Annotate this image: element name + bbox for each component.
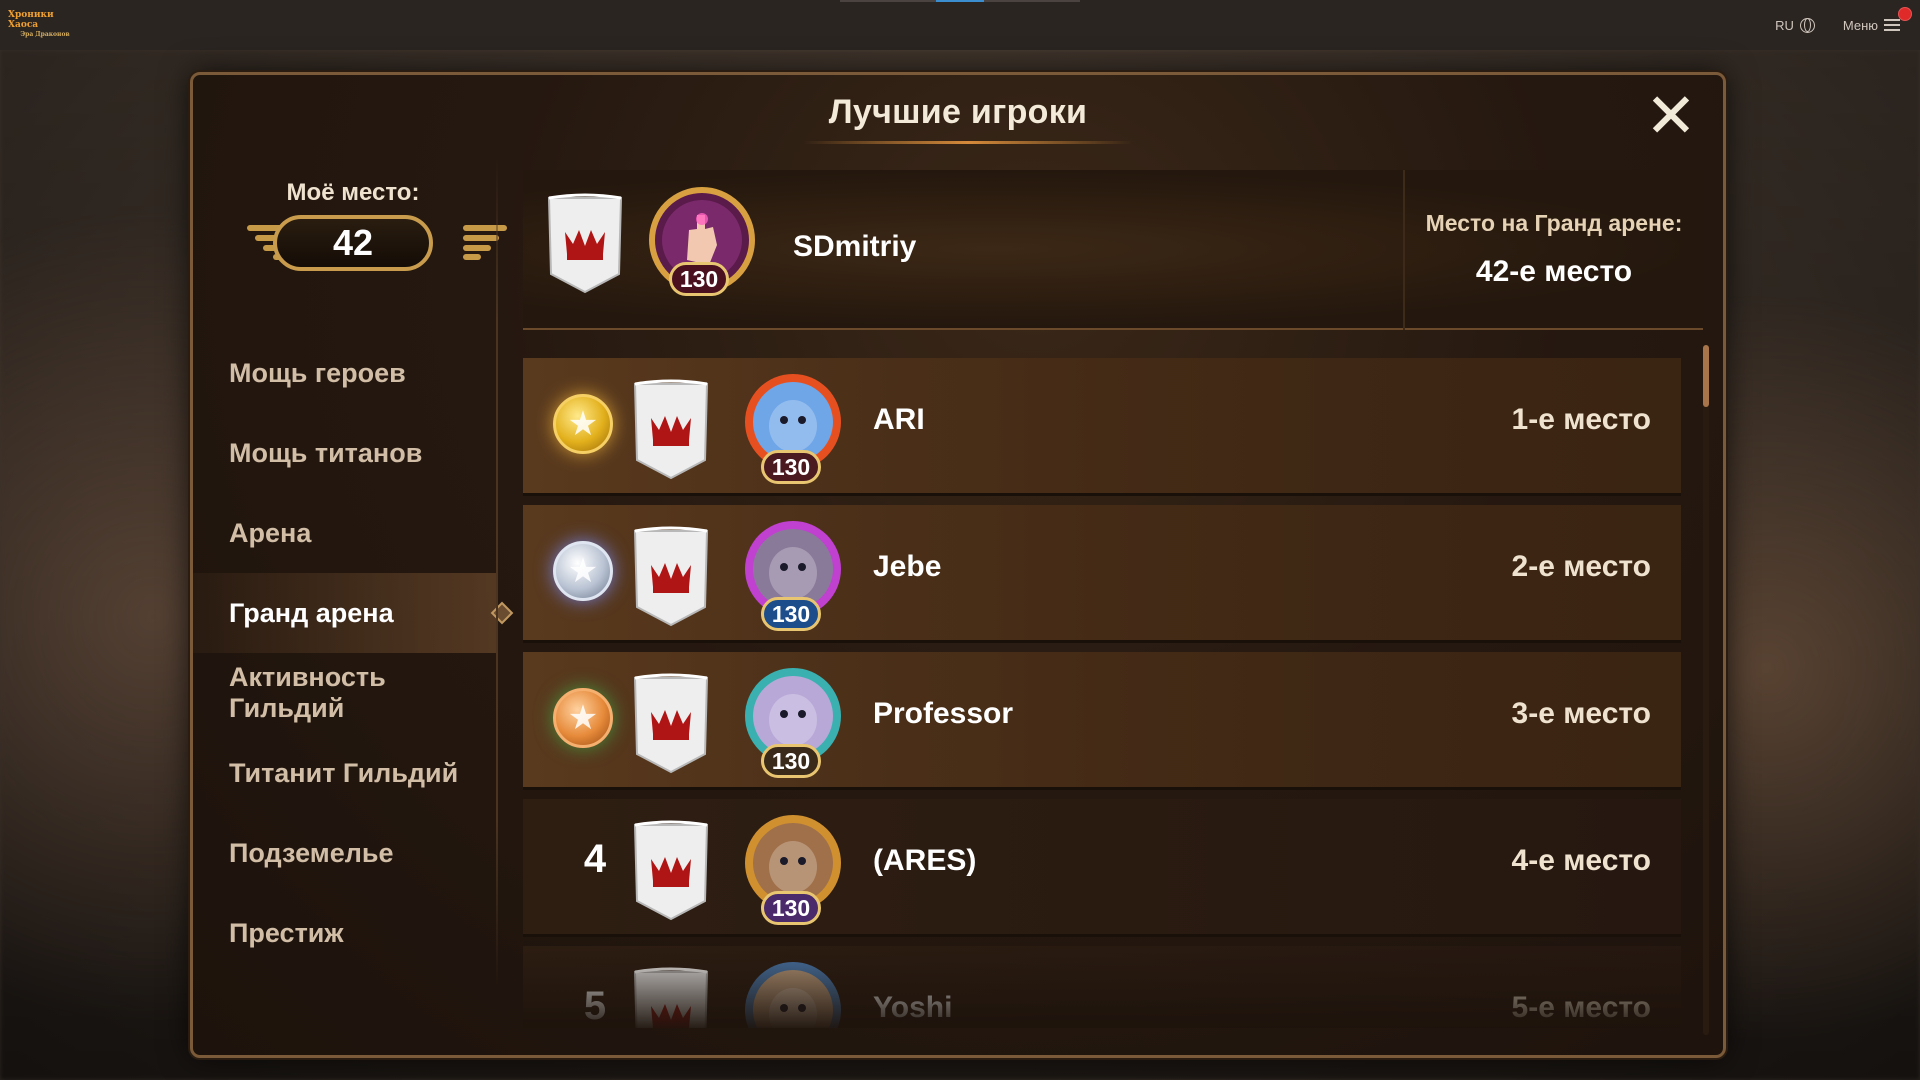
nav-item-3[interactable]: Гранд арена bbox=[193, 573, 514, 653]
silver-medal-icon: ★ bbox=[553, 541, 613, 601]
guild-banner-icon bbox=[633, 820, 709, 921]
my-place-value: 42 bbox=[273, 215, 433, 271]
hamburger-icon bbox=[1884, 7, 1912, 31]
top-bar: Хроники Хаоса Эра Драконов RU Меню bbox=[0, 0, 1920, 50]
nav-item-label: Подземелье bbox=[229, 837, 394, 868]
player-level-badge: 130 bbox=[761, 450, 821, 484]
leaderboard-row[interactable]: ★ 130 Professor 3-е место bbox=[523, 652, 1681, 790]
close-icon: ✕ bbox=[1645, 79, 1697, 152]
close-button[interactable]: ✕ bbox=[1645, 85, 1697, 147]
leaderboard-row[interactable]: ★ 130 Jebe 2-е место bbox=[523, 505, 1681, 643]
player-level-badge: 130 bbox=[761, 891, 821, 925]
modal-title: Лучшие игроки bbox=[828, 93, 1088, 131]
nav-item-label: Мощь титанов bbox=[229, 437, 423, 468]
scrollbar-thumb[interactable] bbox=[1703, 345, 1709, 407]
current-player-row: 130 SDmitriy Место на Гранд арене: 42-е … bbox=[523, 170, 1703, 330]
leaderboard-list[interactable]: ★ 130 ARI 1-е место ★ 130 Jebe 2-е место ★ 130… bbox=[523, 358, 1681, 1028]
active-marker-icon bbox=[490, 601, 514, 625]
player-name[interactable]: ARI bbox=[873, 403, 925, 437]
player-place: 2-е место bbox=[1511, 550, 1651, 583]
category-sidebar: Моё место: 42 Мощь героев Мощь титанов Аре… bbox=[193, 155, 514, 1055]
my-place-label: Моё место: bbox=[286, 179, 420, 206]
language-label: RU bbox=[1775, 17, 1794, 33]
sidebar-divider bbox=[496, 155, 498, 985]
player-level-badge: 130 bbox=[761, 744, 821, 778]
guild-banner-icon bbox=[633, 379, 709, 480]
player-name[interactable]: Jebe bbox=[873, 550, 941, 584]
loading-strip bbox=[840, 0, 1080, 2]
language-switch[interactable]: RU bbox=[1775, 17, 1815, 33]
nav-item-label: Мощь героев bbox=[229, 357, 406, 388]
nav-item-2[interactable]: Арена bbox=[193, 493, 498, 573]
leaderboard-scrollbar[interactable] bbox=[1703, 345, 1709, 1035]
nav-item-label: Арена bbox=[229, 517, 312, 548]
wing-right-icon bbox=[463, 221, 511, 261]
menu-button[interactable]: Меню bbox=[1842, 7, 1912, 33]
grand-arena-rank-panel: Место на Гранд арене: 42-е место bbox=[1403, 170, 1703, 330]
globe-icon bbox=[1799, 17, 1815, 33]
player-place: 4-е место bbox=[1511, 844, 1651, 877]
menu-label: Меню bbox=[1842, 17, 1878, 33]
grand-arena-rank-label: Место на Гранд арене: bbox=[1425, 210, 1683, 236]
guild-banner-icon bbox=[633, 673, 709, 774]
current-player-level: 130 bbox=[669, 262, 729, 296]
bronze-medal-icon: ★ bbox=[553, 688, 613, 748]
player-name[interactable]: (ARES) bbox=[873, 844, 976, 878]
guild-banner-icon bbox=[633, 526, 709, 627]
nav-item-0[interactable]: Мощь героев bbox=[193, 333, 498, 413]
nav-item-7[interactable]: Престиж bbox=[193, 893, 498, 973]
title-underline bbox=[803, 141, 1133, 144]
nav-item-label: Активность Гильдий bbox=[229, 662, 386, 723]
player-name[interactable]: Professor bbox=[873, 697, 1013, 731]
list-fade-overlay bbox=[523, 938, 1681, 1028]
leaderboard-row[interactable]: ★ 130 ARI 1-е место bbox=[523, 358, 1681, 496]
player-level-badge: 130 bbox=[761, 597, 821, 631]
nav-item-label: Престиж bbox=[229, 917, 344, 948]
top-players-modal: Лучшие игроки ✕ Моё место: 42 Мощь герое… bbox=[190, 72, 1726, 1058]
leaderboard-row[interactable]: 4 130 (ARES) 4-е место bbox=[523, 799, 1681, 937]
nav-item-5[interactable]: Титанит Гильдий bbox=[193, 733, 498, 813]
grand-arena-rank-value: 42-е место bbox=[1475, 255, 1633, 288]
gold-medal-icon: ★ bbox=[553, 394, 613, 454]
game-logo[interactable]: Хроники Хаоса Эра Драконов bbox=[8, 10, 82, 38]
logo-title: Хроники Хаоса bbox=[8, 10, 54, 30]
nav-item-4[interactable]: Активность Гильдий bbox=[193, 653, 498, 733]
player-place: 1-е место bbox=[1511, 403, 1651, 436]
rank-number: 4 bbox=[583, 837, 607, 881]
notification-dot bbox=[1898, 7, 1912, 21]
current-player-name[interactable]: SDmitriy bbox=[793, 230, 916, 264]
player-place: 3-е место bbox=[1511, 697, 1651, 730]
category-nav: Мощь героев Мощь титанов Арена Гранд арена А… bbox=[193, 333, 514, 973]
nav-item-6[interactable]: Подземелье bbox=[193, 813, 498, 893]
nav-item-label: Гранд арена bbox=[229, 597, 394, 628]
logo-subtitle: Эра Драконов bbox=[20, 31, 70, 38]
nav-item-label: Титанит Гильдий bbox=[229, 757, 459, 788]
guild-banner-icon bbox=[547, 193, 623, 294]
nav-item-1[interactable]: Мощь титанов bbox=[193, 413, 498, 493]
